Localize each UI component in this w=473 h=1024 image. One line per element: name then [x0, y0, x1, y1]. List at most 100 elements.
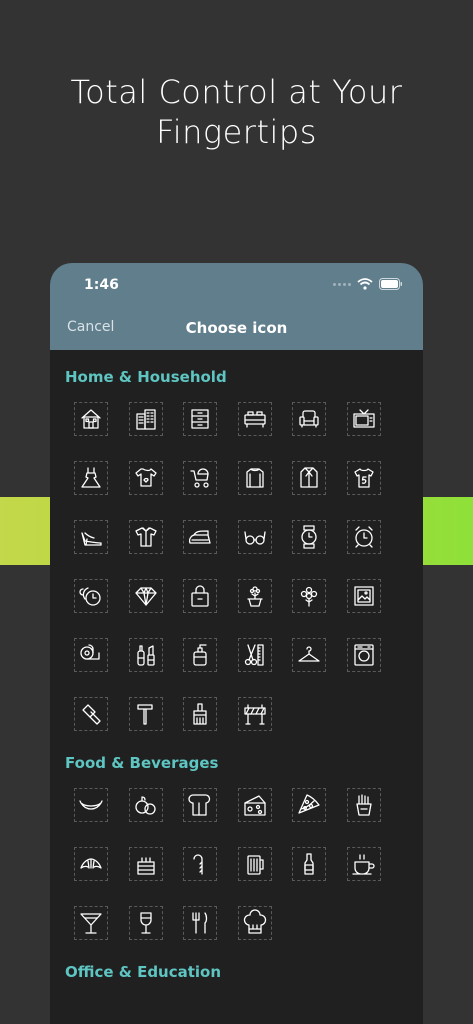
icon-option-potted-flower[interactable]: [237, 579, 272, 613]
status-time: 1:46: [84, 277, 119, 293]
wine-icon: [139, 912, 152, 934]
bed-icon: [243, 411, 266, 428]
icon-option-dress[interactable]: [74, 461, 108, 495]
beer-icon: [246, 855, 264, 875]
fruits-icon: [134, 796, 156, 815]
icon-option-cutlery[interactable]: [183, 906, 217, 940]
battery-icon: [379, 278, 402, 290]
icon-option-diamond[interactable]: [128, 579, 163, 613]
chef-hat-icon: [243, 909, 266, 934]
icon-grid-food: [74, 788, 423, 940]
icon-option-tv[interactable]: [346, 402, 381, 436]
icon-option-paint-brush[interactable]: [183, 697, 217, 731]
glasses-icon: [243, 531, 266, 545]
scissors-comb-icon: [244, 644, 264, 666]
icon-option-bottle[interactable]: [292, 847, 326, 881]
dress-icon: [81, 467, 101, 488]
icon-option-scissors-comb[interactable]: [237, 638, 272, 672]
wall-clock-icon: [79, 587, 101, 606]
candy-cane-icon: [193, 854, 203, 875]
suit-icon: [300, 467, 318, 488]
status-icons: [333, 278, 403, 290]
navbar: 1:46 Cancel Choose icon: [50, 263, 423, 350]
icon-option-house[interactable]: [74, 402, 108, 436]
icon-option-glasses[interactable]: [237, 520, 272, 554]
icon-option-cocktail[interactable]: [74, 906, 108, 940]
signal-icon: [333, 282, 351, 286]
tool-icon: [136, 704, 153, 725]
icon-option-tool[interactable]: [128, 697, 163, 731]
icon-option-bread[interactable]: [183, 788, 217, 822]
icon-option-fruits[interactable]: [128, 788, 163, 822]
icon-option-beer[interactable]: [237, 847, 272, 881]
makeup-icon: [136, 645, 155, 666]
icon-option-makeup[interactable]: [128, 638, 163, 672]
shirt-icon: [134, 527, 157, 547]
onesie-icon: [134, 468, 157, 487]
icon-option-sweater[interactable]: [237, 461, 272, 495]
icon-option-chef-hat[interactable]: [237, 906, 272, 940]
iron-icon: [188, 530, 211, 544]
icon-option-suit[interactable]: [292, 461, 326, 495]
drawers-icon: [191, 409, 209, 429]
icon-option-toilet-paper[interactable]: [74, 638, 108, 672]
banana-icon: [79, 800, 103, 810]
armchair-icon: [299, 410, 319, 428]
icon-option-banana[interactable]: [74, 788, 108, 822]
sweater-icon: [245, 468, 264, 488]
section-title-home: Home & Household: [65, 368, 227, 386]
icon-option-iron[interactable]: [183, 520, 217, 554]
icon-option-stroller[interactable]: [183, 461, 217, 495]
icon-option-croissant[interactable]: [74, 847, 108, 881]
icon-option-fries[interactable]: [346, 788, 381, 822]
cake-icon: [136, 857, 155, 875]
stroller-icon: [190, 468, 209, 488]
icon-option-soap-dispenser[interactable]: [183, 638, 217, 672]
page-headline: Total Control at Your Fingertips: [0, 72, 473, 152]
icon-option-picture-frame[interactable]: [346, 579, 381, 613]
icon-option-armchair[interactable]: [292, 402, 326, 436]
pizza-icon: [298, 794, 320, 814]
icon-option-wall-clock[interactable]: [74, 579, 108, 613]
icon-option-bed[interactable]: [237, 402, 272, 436]
icon-option-flowers[interactable]: [292, 579, 326, 613]
icon-option-hammer[interactable]: [74, 697, 108, 731]
icon-option-drawers[interactable]: [183, 402, 217, 436]
tv-icon: [352, 409, 375, 428]
high-heel-icon: [81, 532, 102, 546]
icon-picker: Home & Household Food & Beverages Office…: [50, 350, 423, 981]
headline-line-1: Total Control at Your: [70, 73, 403, 111]
icon-option-hanger[interactable]: [292, 638, 326, 672]
croissant-icon: [80, 858, 102, 869]
bread-icon: [188, 794, 211, 816]
buildings-icon: [135, 409, 156, 430]
icon-option-barrier[interactable]: [237, 697, 272, 731]
icon-option-shirt[interactable]: [128, 520, 163, 554]
icon-option-onesie[interactable]: [128, 461, 163, 495]
icon-option-alarm-clock[interactable]: [346, 520, 381, 554]
icon-option-cheese[interactable]: [237, 788, 272, 822]
icon-option-wine[interactable]: [128, 906, 163, 940]
cutlery-icon: [192, 912, 208, 934]
icon-option-candy-cane[interactable]: [183, 847, 217, 881]
watch-icon: [301, 525, 317, 549]
icon-option-watch[interactable]: [292, 520, 326, 554]
barrier-icon: [243, 704, 266, 725]
hanger-icon: [298, 646, 320, 662]
section-title-food: Food & Beverages: [65, 754, 219, 772]
icon-option-coffee[interactable]: [346, 847, 381, 881]
icon-option-cake[interactable]: [128, 847, 163, 881]
coffee-icon: [351, 854, 375, 875]
icon-option-bag[interactable]: [183, 579, 217, 613]
flowers-icon: [300, 586, 318, 607]
icon-option-high-heel[interactable]: [74, 520, 108, 554]
icon-option-pizza[interactable]: [292, 788, 326, 822]
headline-line-2: Fingertips: [156, 113, 317, 151]
icon-option-buildings[interactable]: [128, 402, 163, 436]
paint-brush-icon: [193, 703, 207, 725]
cheese-icon: [243, 795, 266, 816]
jersey-5-icon: [353, 468, 374, 488]
icon-option-jersey-5[interactable]: [346, 461, 381, 495]
house-icon: [81, 409, 101, 429]
icon-option-washing-machine[interactable]: [346, 638, 381, 672]
